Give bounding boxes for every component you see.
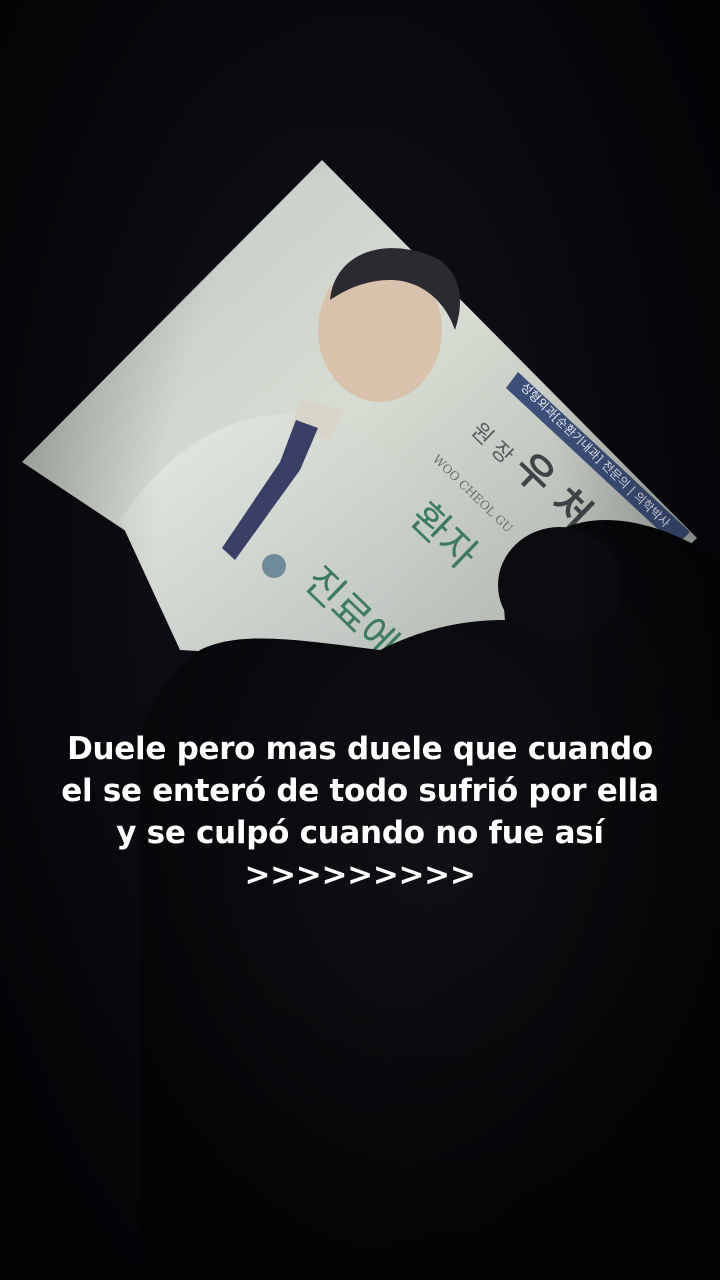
caption-line-1: Duele pero mas duele que cuando <box>67 731 653 767</box>
caption-overlay: Duele pero mas duele que cuando el se en… <box>40 728 680 896</box>
caption-line-4: >>>>>>>>> <box>244 857 476 893</box>
caption-line-3: y se culpó cuando no fue así <box>116 815 604 851</box>
video-frame: 성형외과[순환기내과] 전문의 | 의학박사 원 장 우 처 구 WOO CHE… <box>0 0 720 1280</box>
caption-line-2: el se enteró de todo sufrió por ella <box>61 773 659 809</box>
poster-photo: 성형외과[순환기내과] 전문의 | 의학박사 원 장 우 처 구 WOO CHE… <box>22 160 720 1280</box>
